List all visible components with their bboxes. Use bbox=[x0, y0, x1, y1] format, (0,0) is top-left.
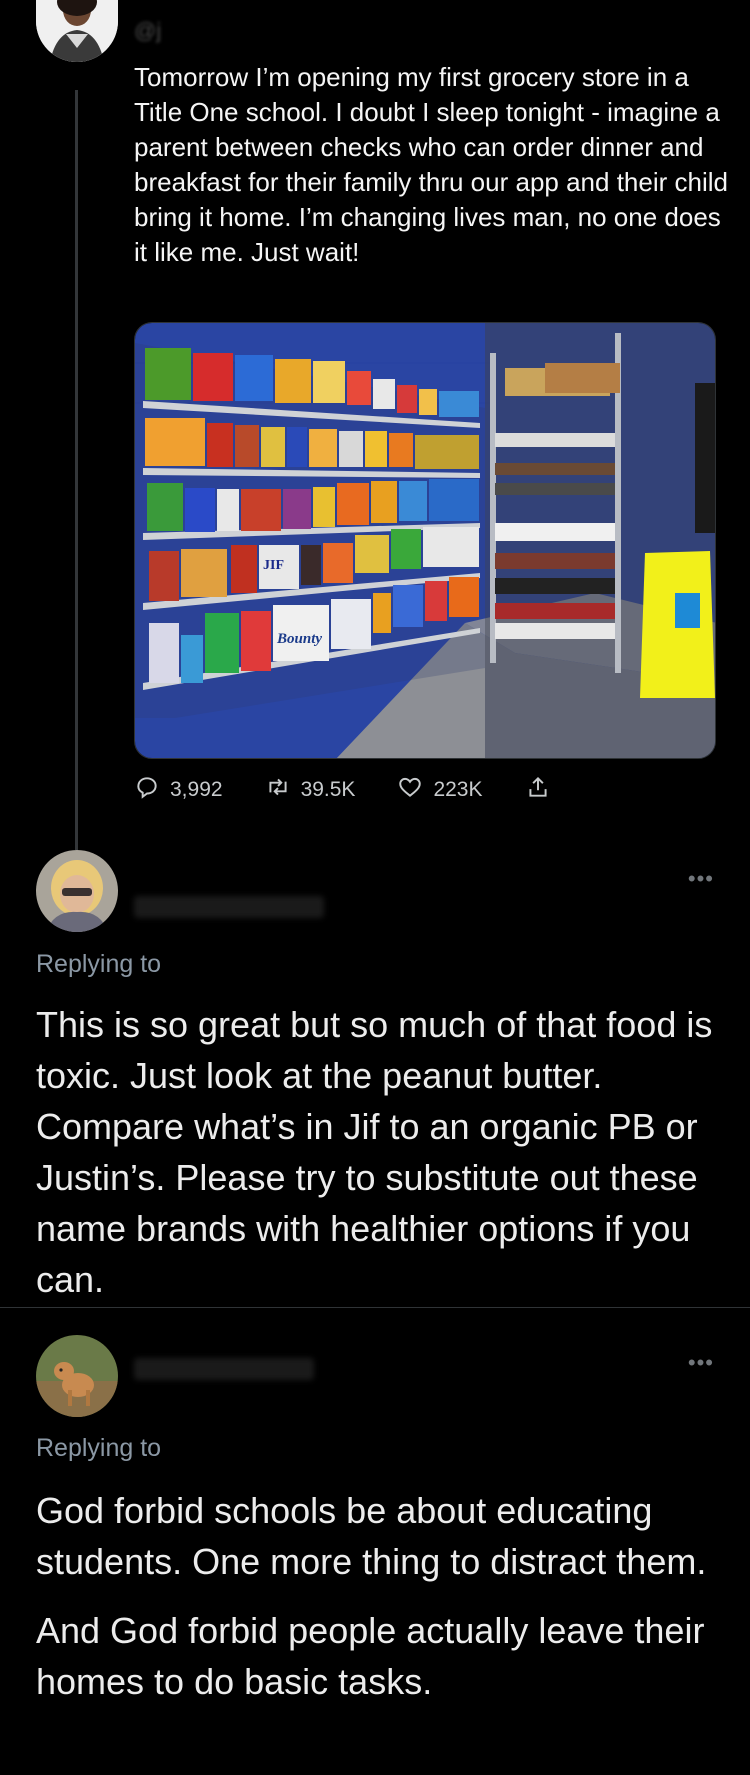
retweet-count: 39.5K bbox=[300, 778, 356, 801]
reply2-name-blurred bbox=[134, 1358, 314, 1380]
reply2-avatar[interactable] bbox=[36, 1335, 118, 1417]
share-action[interactable] bbox=[525, 774, 551, 806]
reply1-avatar[interactable] bbox=[36, 850, 118, 932]
tweet-text: Tomorrow I’m opening my first grocery st… bbox=[134, 62, 728, 267]
author-avatar[interactable] bbox=[36, 0, 118, 62]
reply1-text: This is so great but so much of that foo… bbox=[36, 1004, 713, 1300]
like-count: 223K bbox=[433, 778, 483, 801]
author-handle[interactable]: @j bbox=[134, 18, 334, 46]
reply-icon bbox=[134, 774, 160, 806]
tweet-actions: 3,992 39.5K 223K bbox=[134, 772, 634, 808]
reply1-name-blurred bbox=[134, 896, 324, 918]
reply-count: 3,992 bbox=[170, 778, 223, 801]
reply1-more-button[interactable]: ••• bbox=[688, 866, 714, 892]
reply-divider bbox=[0, 1307, 750, 1308]
jif-label: JIF bbox=[263, 558, 284, 573]
reply1-replying-to: Replying to bbox=[36, 950, 162, 978]
like-icon bbox=[397, 774, 423, 806]
share-icon bbox=[525, 774, 551, 806]
tweet-photo[interactable]: JIF Bounty bbox=[134, 322, 716, 759]
retweet-icon bbox=[265, 774, 291, 806]
retweet-action[interactable]: 39.5K bbox=[265, 774, 356, 806]
reply2-more-button[interactable]: ••• bbox=[688, 1350, 714, 1376]
bounty-label: Bounty bbox=[276, 631, 322, 647]
reply2-text-paragraph-2: And God forbid people actually leave the… bbox=[36, 1610, 705, 1702]
reply2-replying-to: Replying to bbox=[36, 1434, 162, 1462]
reply2-text-paragraph-1: God forbid schools be about educating st… bbox=[36, 1490, 707, 1582]
reply-action[interactable]: 3,992 bbox=[134, 774, 223, 806]
like-action[interactable]: 223K bbox=[397, 774, 483, 806]
thread-line bbox=[75, 90, 78, 850]
